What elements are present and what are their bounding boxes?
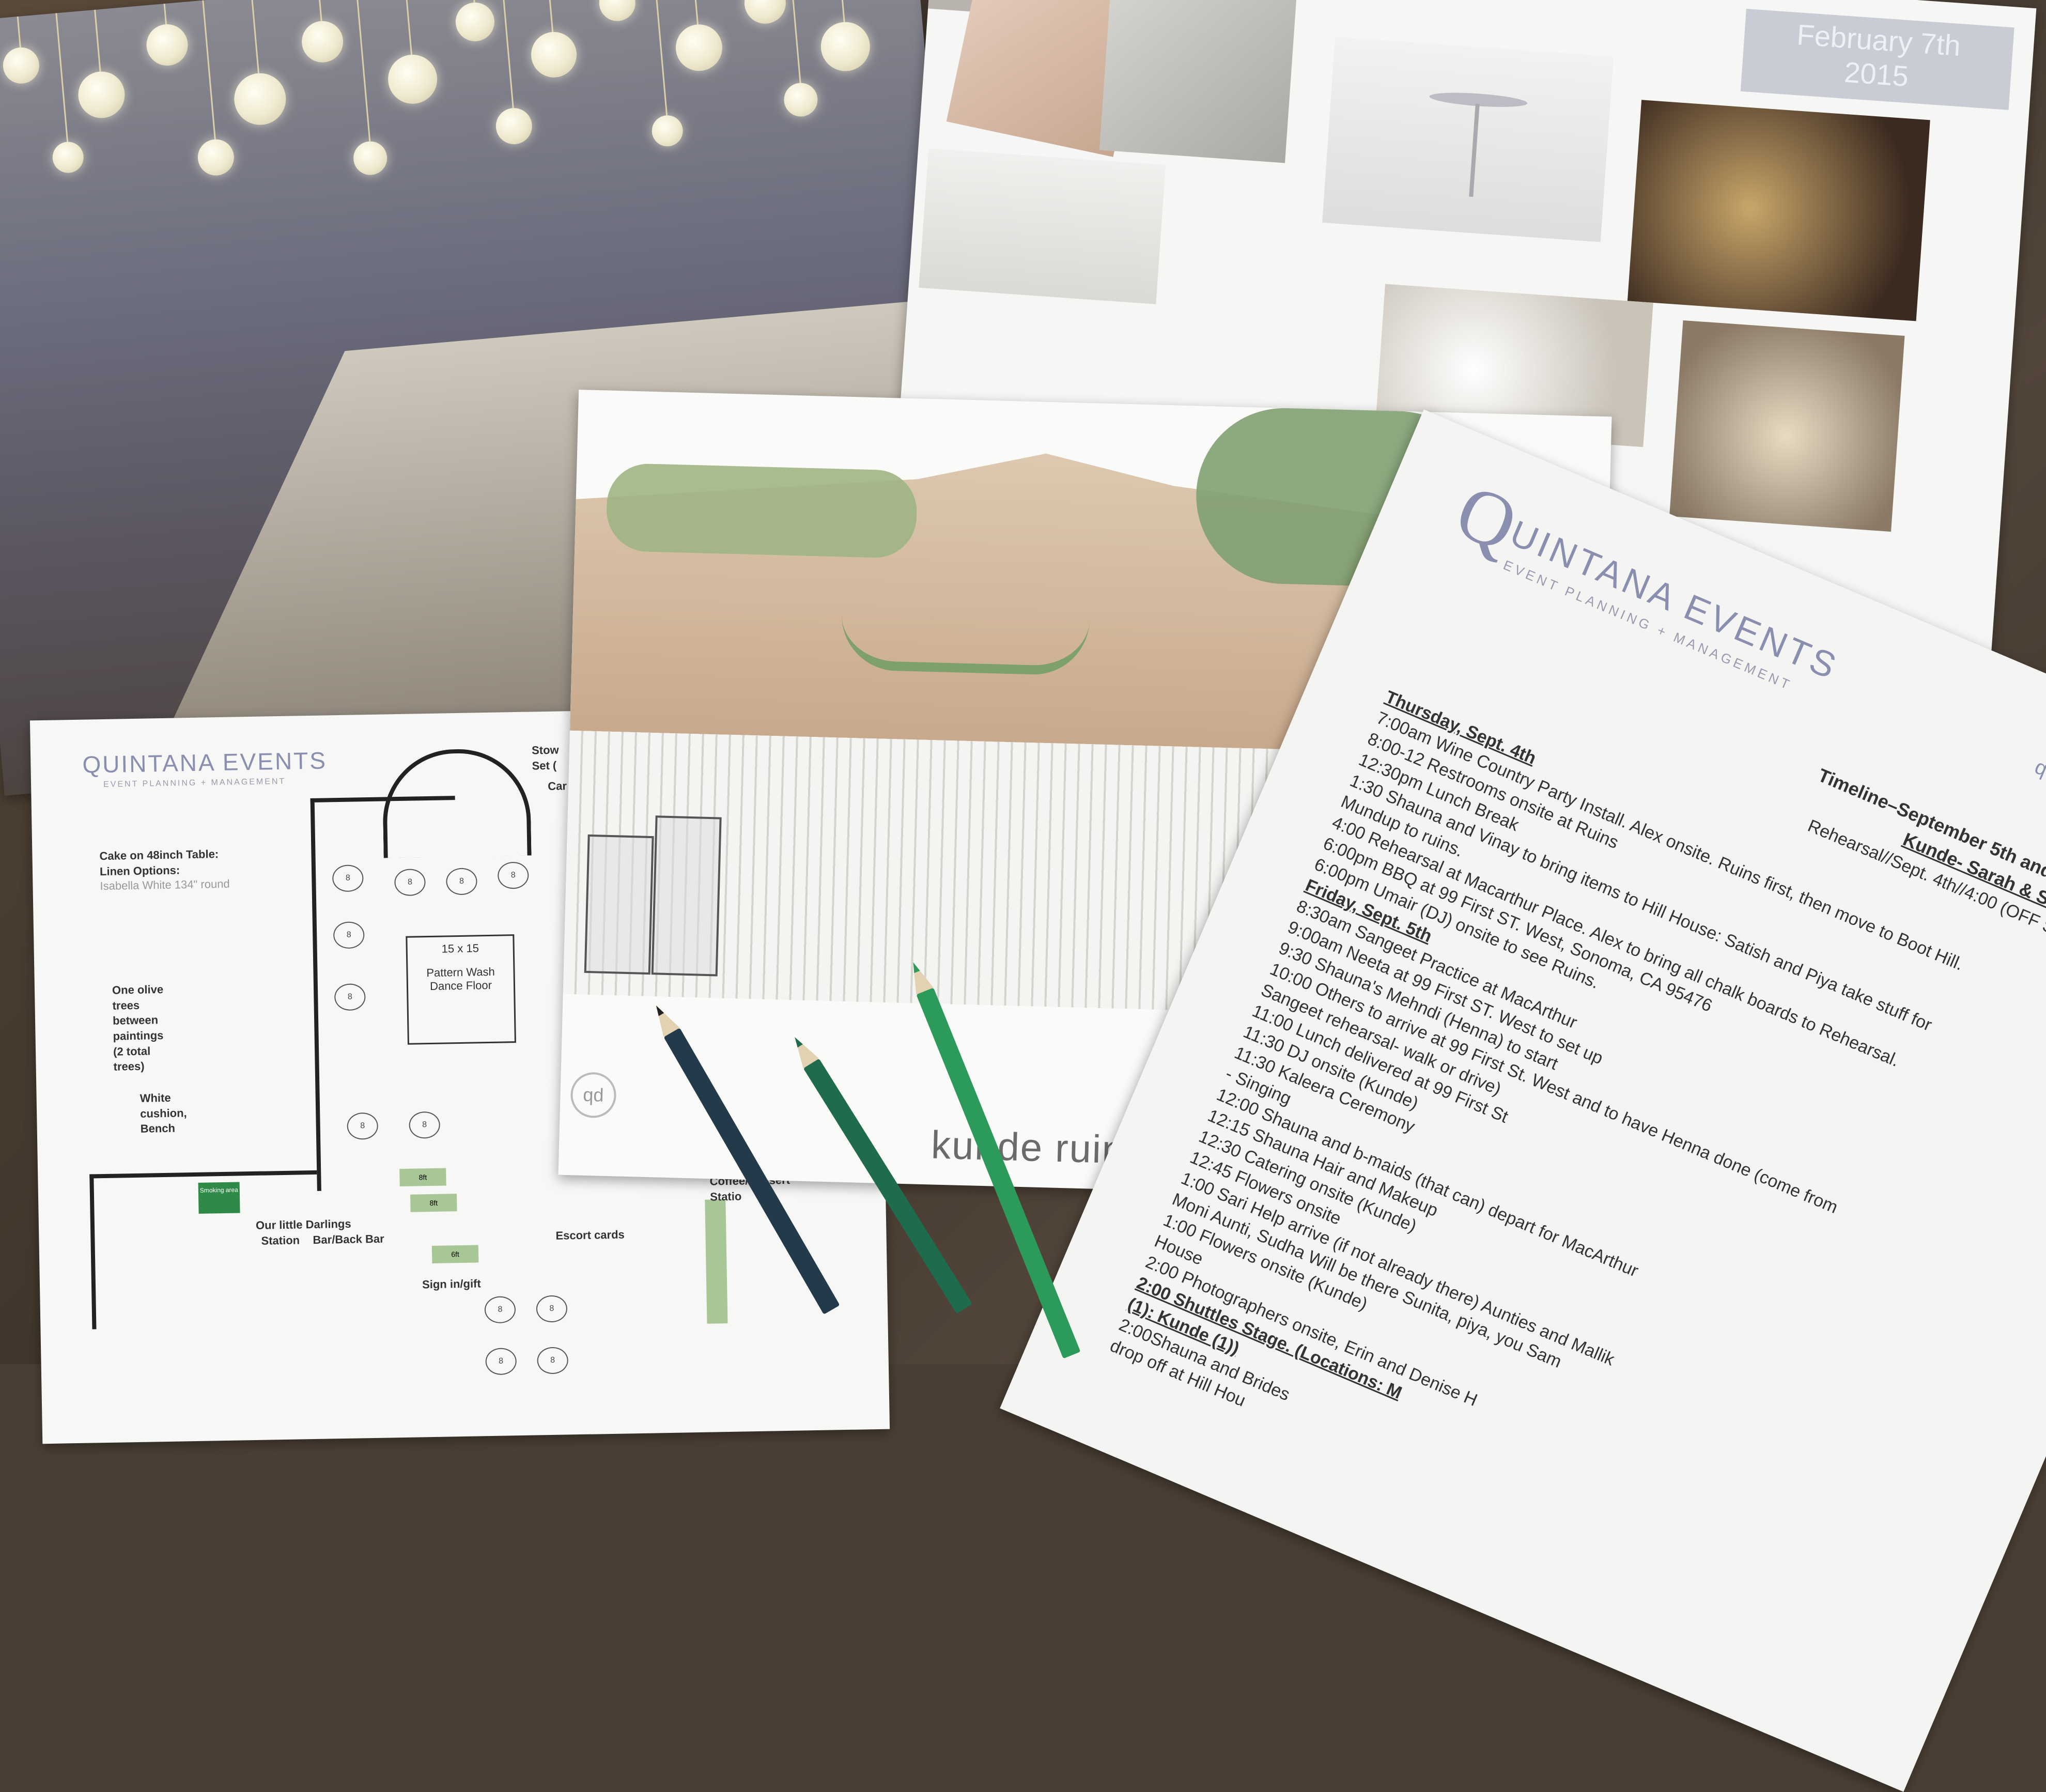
event-date-badge: February 7th 2015	[1740, 9, 2014, 110]
plan-wall	[310, 798, 321, 1191]
light-bulb	[196, 137, 236, 177]
bulb-cord	[163, 4, 167, 25]
station-label: Station	[261, 1233, 300, 1247]
round-table: 8	[332, 864, 364, 892]
round-table: 8	[485, 1348, 517, 1376]
round-table: 8	[537, 1347, 569, 1374]
light-bulb	[2, 45, 41, 85]
bulb-cord	[318, 0, 322, 21]
bulb-cord	[691, 0, 699, 25]
linen-fabric-tile	[1099, 0, 1298, 163]
bulb-cord	[355, 0, 370, 142]
light-bulb	[76, 69, 127, 120]
coffee-station-table	[705, 1199, 728, 1324]
round-table: 8	[333, 921, 365, 949]
light-bulb	[386, 52, 440, 106]
round-table: 8	[497, 861, 529, 889]
bulb-cord	[17, 16, 21, 48]
plan-brand-name: QUINTANA EVENTS	[82, 747, 328, 778]
sign-in-table: 6ft	[431, 1245, 479, 1263]
round-table: 8	[334, 983, 366, 1011]
cake-label: Cake on 48inch Table:	[99, 847, 219, 863]
round-table: 8	[409, 1111, 441, 1139]
escort-label: Escort cards	[555, 1228, 625, 1242]
storage-label-2: Set (	[532, 759, 557, 773]
tufted-ottoman-photo	[919, 148, 1166, 304]
mercury-glass-photo	[1669, 320, 1905, 532]
bulb-cord	[652, 0, 668, 116]
plan-wall	[89, 1174, 97, 1330]
bulb-cord	[836, 0, 845, 22]
round-table: 8	[394, 869, 426, 897]
round-table: 8	[446, 868, 477, 895]
lantern	[584, 834, 654, 975]
bulb-cord	[251, 0, 259, 73]
greenery-garland	[840, 613, 1090, 676]
plan-wall	[89, 1170, 317, 1179]
light-bulb	[300, 19, 345, 65]
light-bulb	[145, 22, 190, 68]
lantern	[651, 815, 722, 977]
bar-label: Bar/Back Bar	[313, 1232, 384, 1247]
light-bulb	[818, 20, 872, 73]
round-table: 8	[536, 1295, 568, 1323]
plan-apse-wall	[382, 748, 532, 858]
bulb-cord	[94, 9, 101, 72]
darlings-label: Our little Darlings	[255, 1217, 351, 1232]
light-bulb	[782, 81, 819, 118]
bulb-cord	[501, 0, 514, 109]
light-bulb	[597, 0, 637, 23]
dance-floor: 15 x 15 Pattern Wash Dance Floor	[406, 934, 516, 1045]
bulb-cord	[404, 0, 412, 55]
light-bulb	[51, 141, 85, 175]
artist-badge: qd	[570, 1072, 617, 1119]
light-bulb	[742, 0, 788, 26]
dance-floor-size: 15 x 15	[441, 941, 479, 955]
bar-table: 8ft	[410, 1194, 457, 1212]
light-bulb	[454, 1, 497, 43]
light-bulb	[494, 106, 534, 146]
bulb-cord	[787, 0, 801, 83]
ivy-foliage	[606, 462, 918, 559]
acrylic-table-photo	[1322, 37, 1614, 242]
light-bulb	[674, 22, 724, 73]
light-bulb	[352, 140, 389, 177]
light-bulb	[529, 30, 579, 80]
bulb-cord	[546, 0, 554, 33]
round-table: 8	[484, 1296, 516, 1324]
sign-in-label: Sign in/gift	[422, 1277, 481, 1291]
storage-label-3: Car	[548, 779, 567, 793]
candles-photo	[1627, 100, 1930, 321]
cushion-note: White cushion, Bench	[140, 1091, 187, 1136]
timeline-corner-brand: quintana	[2031, 755, 2046, 808]
storage-label-1: Stow	[531, 743, 559, 757]
dance-floor-label-1: Pattern Wash	[426, 965, 495, 980]
plan-brand-tag: EVENT PLANNING + MANAGEMENT	[103, 777, 286, 789]
olive-note: One olive trees between paintings (2 total…	[112, 982, 164, 1074]
bulb-cord	[55, 13, 69, 142]
smoking-area: Smoking area	[198, 1182, 240, 1214]
bar-table: 8ft	[399, 1168, 446, 1187]
bulb-cord	[202, 0, 216, 140]
linen-value: Isabella White 134" round	[100, 877, 230, 893]
light-bulb	[232, 71, 288, 127]
light-bulb	[650, 114, 685, 148]
coffee-label-2: Statio	[709, 1189, 742, 1203]
round-table: 8	[347, 1112, 379, 1140]
dance-floor-label-2: Dance Floor	[429, 978, 492, 993]
